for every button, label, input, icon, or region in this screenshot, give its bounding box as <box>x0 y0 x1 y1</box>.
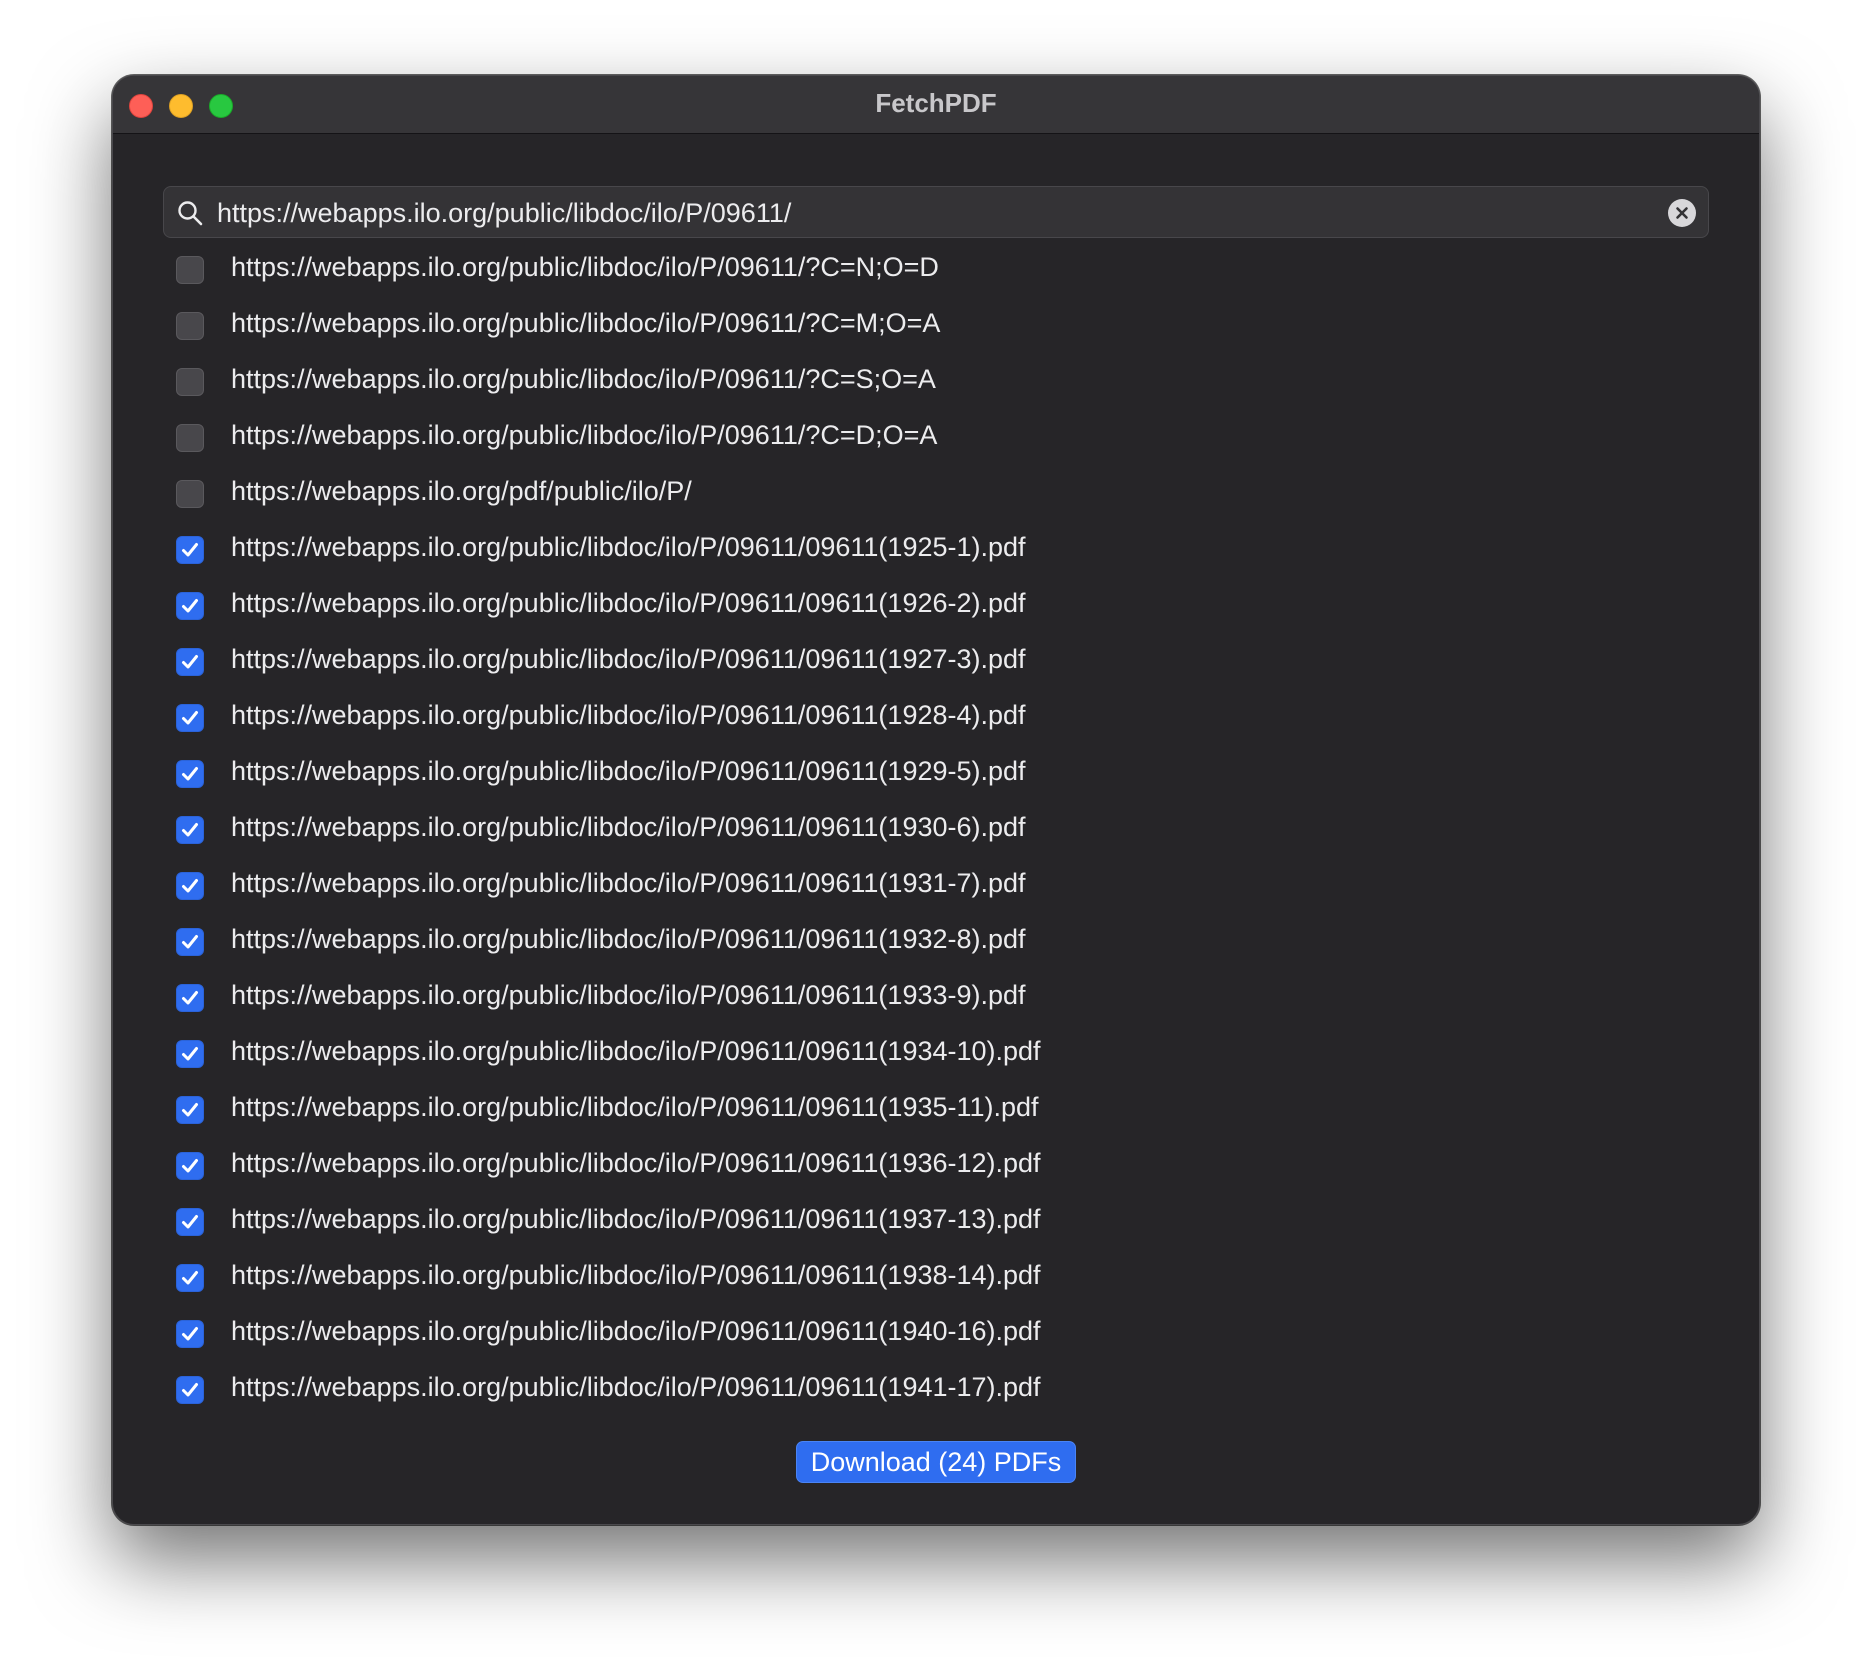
window-title: FetchPDF <box>875 88 997 118</box>
link-checkbox[interactable] <box>176 704 204 732</box>
link-checkbox[interactable] <box>176 536 204 564</box>
link-checkbox[interactable] <box>176 256 204 284</box>
link-row[interactable]: https://webapps.ilo.org/public/libdoc/il… <box>163 242 1709 298</box>
link-url-label: https://webapps.ilo.org/public/libdoc/il… <box>231 1148 1041 1178</box>
link-checkbox[interactable] <box>176 480 204 508</box>
checkmark-icon <box>182 879 198 893</box>
link-row[interactable]: https://webapps.ilo.org/public/libdoc/il… <box>163 578 1709 634</box>
link-checkbox[interactable] <box>176 424 204 452</box>
link-row[interactable]: https://webapps.ilo.org/public/libdoc/il… <box>163 1194 1709 1250</box>
download-pdfs-button[interactable]: Download (24) PDFs <box>796 1441 1076 1483</box>
link-row[interactable]: https://webapps.ilo.org/public/libdoc/il… <box>163 914 1709 970</box>
checkmark-icon <box>182 1215 198 1229</box>
link-list: https://webapps.ilo.org/public/libdoc/il… <box>163 242 1709 1418</box>
checkmark-icon <box>182 823 198 837</box>
link-checkbox[interactable] <box>176 1320 204 1348</box>
link-row[interactable]: https://webapps.ilo.org/public/libdoc/il… <box>163 1250 1709 1306</box>
search-icon <box>176 199 204 227</box>
link-url-label: https://webapps.ilo.org/public/libdoc/il… <box>231 1036 1041 1066</box>
link-url-label: https://webapps.ilo.org/public/libdoc/il… <box>231 1316 1041 1346</box>
link-url-label: https://webapps.ilo.org/public/libdoc/il… <box>231 700 1026 730</box>
link-row[interactable]: https://webapps.ilo.org/public/libdoc/il… <box>163 970 1709 1026</box>
link-url-label: https://webapps.ilo.org/public/libdoc/il… <box>231 1092 1039 1122</box>
checkmark-icon <box>182 767 198 781</box>
link-url-label: https://webapps.ilo.org/public/libdoc/il… <box>231 812 1026 842</box>
link-row[interactable]: https://webapps.ilo.org/public/libdoc/il… <box>163 1306 1709 1362</box>
link-checkbox[interactable] <box>176 1264 204 1292</box>
checkmark-icon <box>182 1047 198 1061</box>
link-checkbox[interactable] <box>176 872 204 900</box>
link-url-label: https://webapps.ilo.org/public/libdoc/il… <box>231 1372 1041 1402</box>
link-row[interactable]: https://webapps.ilo.org/public/libdoc/il… <box>163 1138 1709 1194</box>
checkmark-icon <box>182 1383 198 1397</box>
url-input-value[interactable]: https://webapps.ilo.org/public/libdoc/il… <box>217 198 791 229</box>
checkmark-icon <box>182 711 198 725</box>
link-row[interactable]: https://webapps.ilo.org/public/libdoc/il… <box>163 298 1709 354</box>
link-checkbox[interactable] <box>176 648 204 676</box>
link-url-label: https://webapps.ilo.org/public/libdoc/il… <box>231 308 941 338</box>
link-row[interactable]: https://webapps.ilo.org/public/libdoc/il… <box>163 690 1709 746</box>
link-checkbox[interactable] <box>176 928 204 956</box>
link-row[interactable]: https://webapps.ilo.org/public/libdoc/il… <box>163 634 1709 690</box>
link-row[interactable]: https://webapps.ilo.org/public/libdoc/il… <box>163 522 1709 578</box>
checkmark-icon <box>182 1159 198 1173</box>
link-url-label: https://webapps.ilo.org/public/libdoc/il… <box>231 532 1026 562</box>
link-url-label: https://webapps.ilo.org/public/libdoc/il… <box>231 980 1026 1010</box>
checkmark-icon <box>182 655 198 669</box>
link-checkbox[interactable] <box>176 1152 204 1180</box>
link-checkbox[interactable] <box>176 760 204 788</box>
link-checkbox[interactable] <box>176 816 204 844</box>
link-checkbox[interactable] <box>176 592 204 620</box>
title-bar[interactable]: FetchPDF <box>113 76 1759 134</box>
checkmark-icon <box>182 1271 198 1285</box>
link-url-label: https://webapps.ilo.org/public/libdoc/il… <box>231 364 936 394</box>
link-row[interactable]: https://webapps.ilo.org/public/libdoc/il… <box>163 354 1709 410</box>
link-checkbox[interactable] <box>176 1096 204 1124</box>
checkmark-icon <box>182 599 198 613</box>
link-url-label: https://webapps.ilo.org/public/libdoc/il… <box>231 420 938 450</box>
checkmark-icon <box>182 543 198 557</box>
link-url-label: https://webapps.ilo.org/public/libdoc/il… <box>231 588 1026 618</box>
link-url-label: https://webapps.ilo.org/public/libdoc/il… <box>231 756 1026 786</box>
link-url-label: https://webapps.ilo.org/public/libdoc/il… <box>231 1204 1041 1234</box>
link-checkbox[interactable] <box>176 1040 204 1068</box>
url-search-field[interactable]: https://webapps.ilo.org/public/libdoc/il… <box>163 186 1709 238</box>
link-url-label: https://webapps.ilo.org/public/libdoc/il… <box>231 924 1026 954</box>
link-row[interactable]: https://webapps.ilo.org/public/libdoc/il… <box>163 802 1709 858</box>
checkmark-icon <box>182 991 198 1005</box>
link-checkbox[interactable] <box>176 368 204 396</box>
link-row[interactable]: https://webapps.ilo.org/public/libdoc/il… <box>163 410 1709 466</box>
link-url-label: https://webapps.ilo.org/public/libdoc/il… <box>231 1260 1041 1290</box>
link-checkbox[interactable] <box>176 312 204 340</box>
link-row[interactable]: https://webapps.ilo.org/public/libdoc/il… <box>163 858 1709 914</box>
link-checkbox[interactable] <box>176 984 204 1012</box>
checkmark-icon <box>182 935 198 949</box>
link-url-label: https://webapps.ilo.org/public/libdoc/il… <box>231 868 1026 898</box>
link-checkbox[interactable] <box>176 1376 204 1404</box>
app-window: FetchPDF https://webapps.ilo.org/public/… <box>112 75 1760 1525</box>
link-checkbox[interactable] <box>176 1208 204 1236</box>
checkmark-icon <box>182 1103 198 1117</box>
link-row[interactable]: https://webapps.ilo.org/pdf/public/ilo/P… <box>163 466 1709 522</box>
checkmark-icon <box>182 1327 198 1341</box>
link-url-label: https://webapps.ilo.org/pdf/public/ilo/P… <box>231 476 692 506</box>
link-url-label: https://webapps.ilo.org/public/libdoc/il… <box>231 644 1026 674</box>
link-row[interactable]: https://webapps.ilo.org/public/libdoc/il… <box>163 1082 1709 1138</box>
link-row[interactable]: https://webapps.ilo.org/public/libdoc/il… <box>163 1362 1709 1418</box>
link-url-label: https://webapps.ilo.org/public/libdoc/il… <box>231 252 939 282</box>
link-row[interactable]: https://webapps.ilo.org/public/libdoc/il… <box>163 1026 1709 1082</box>
link-row[interactable]: https://webapps.ilo.org/public/libdoc/il… <box>163 746 1709 802</box>
clear-icon[interactable] <box>1668 199 1696 227</box>
